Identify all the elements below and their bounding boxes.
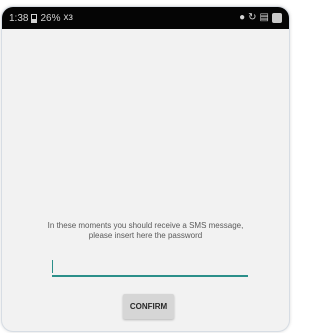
status-bar-right: ● ↻ ▤ xyxy=(239,13,282,23)
sms-password-input[interactable] xyxy=(52,257,248,275)
confirm-button[interactable]: CONFIRM xyxy=(123,294,174,319)
sms-instruction-text: In these moments you should receive a SM… xyxy=(16,221,275,241)
text-cursor xyxy=(52,260,53,273)
signal-icon: ▤ xyxy=(259,12,269,23)
status-bar-left: 1:38 26% хз xyxy=(9,13,73,24)
status-bar: 1:38 26% хз ● ↻ ▤ xyxy=(2,7,289,29)
sync-icon: ↻ xyxy=(248,12,257,23)
sms-instruction-line-2: please insert here the password xyxy=(88,231,203,240)
phone-screen: 1:38 26% хз ● ↻ ▤ In these moments you s… xyxy=(1,6,290,332)
sms-instruction-line-1: In these moments you should receive a SM… xyxy=(47,221,244,230)
app-icon xyxy=(272,13,282,23)
battery-icon xyxy=(31,13,38,23)
password-input-underline xyxy=(52,275,248,277)
sms-verification-screen: In these moments you should receive a SM… xyxy=(2,29,289,331)
battery-level: 26% xyxy=(40,12,61,24)
status-time: 1:38 xyxy=(9,12,29,24)
alarm-icon: ● xyxy=(239,12,246,23)
signal-glyph: хз xyxy=(63,12,73,23)
